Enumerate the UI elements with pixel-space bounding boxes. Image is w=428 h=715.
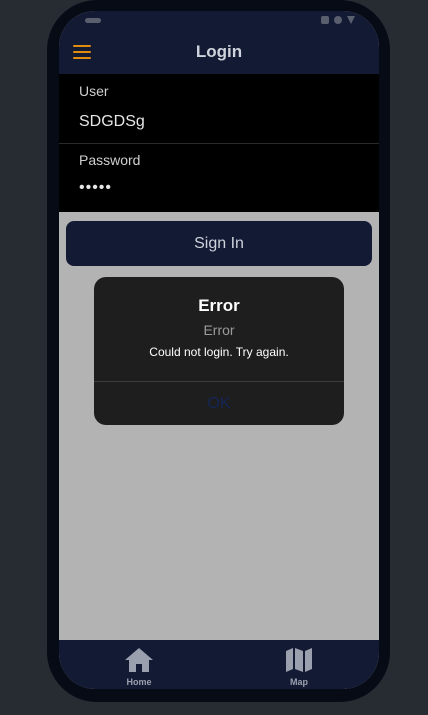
page-title: Login: [195, 42, 243, 61]
dialog-message: Could not login. Try again.: [149, 345, 289, 359]
password-input[interactable]: [79, 176, 359, 200]
password-field: Password: [59, 143, 379, 212]
signal-icon: [321, 16, 329, 24]
dialog-ok-button[interactable]: OK: [94, 382, 344, 425]
sign-in-button[interactable]: Sign In: [66, 221, 372, 266]
dialog-title: Error: [198, 296, 240, 315]
tab-home-label: Home: [126, 677, 152, 687]
user-field: User: [59, 74, 379, 144]
app-header: Login: [59, 33, 379, 74]
user-label: User: [79, 83, 109, 99]
status-pill: [85, 18, 101, 23]
tab-bar: Home Map: [59, 640, 379, 689]
dialog-subtitle: Error: [203, 322, 235, 338]
map-icon: [286, 648, 312, 672]
app-screen: Login User Password Sign In Error Error …: [59, 11, 379, 689]
wifi-icon: [334, 16, 342, 24]
user-input[interactable]: [79, 110, 359, 134]
password-label: Password: [79, 152, 141, 168]
status-icons: [321, 16, 355, 24]
tab-home[interactable]: Home: [59, 640, 219, 689]
login-form: User Password: [59, 74, 379, 212]
error-dialog: Error Error Could not login. Try again. …: [94, 277, 344, 425]
home-icon: [125, 648, 153, 672]
status-bar: [59, 11, 379, 33]
tab-map[interactable]: Map: [219, 640, 379, 689]
battery-icon: [347, 16, 355, 24]
tab-map-label: Map: [290, 677, 308, 687]
